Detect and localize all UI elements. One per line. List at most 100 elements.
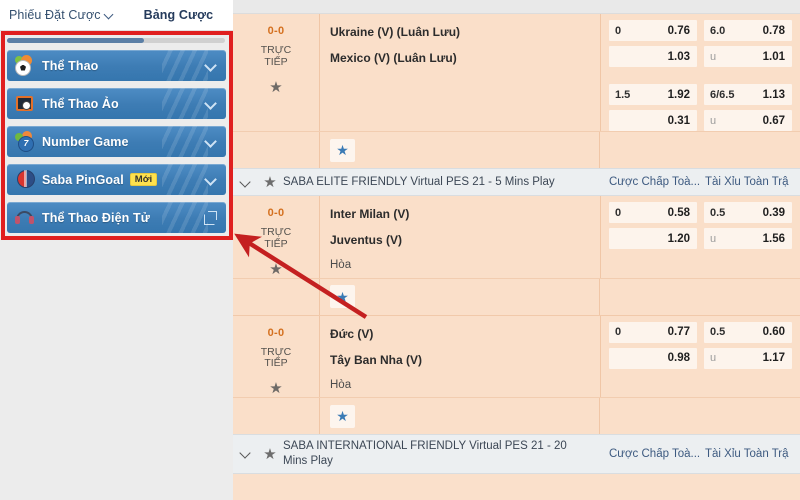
- match-status: 0-0 TRỰC TIẾP ★: [233, 196, 319, 278]
- match-score: 0-0: [267, 207, 285, 219]
- odds-value: 1.92: [667, 88, 690, 101]
- handicap-odds-cell[interactable]: 1.03: [609, 46, 697, 67]
- star-icon[interactable]: ★: [233, 260, 319, 278]
- handicap-value: 0: [615, 206, 622, 219]
- away-team-name: Tây Ban Nha (V): [330, 352, 423, 367]
- match-teams: Inter Milan (V) Juventus (V) Hòa: [319, 196, 600, 278]
- star-icon[interactable]: ★: [233, 379, 319, 397]
- odds-line: 1.03 u 1.01: [601, 46, 800, 67]
- match-live-line2: TIẾP: [264, 357, 288, 370]
- ou-line-value: u: [710, 50, 717, 63]
- match-footer-actions: ★: [319, 132, 599, 168]
- odds-value: 1.56: [762, 232, 785, 245]
- match-teams: Ukraine (V) (Luân Lưu) Mexico (V) (Luân …: [319, 14, 600, 131]
- chevron-down-icon[interactable]: [233, 448, 257, 459]
- odds-column-headers: Cược Chấp Toà... Tài Xỉu Toàn Trậ: [600, 176, 800, 188]
- over-under-odds-cell[interactable]: 6/6.5 1.13: [704, 84, 792, 105]
- external-link-icon[interactable]: [204, 211, 217, 225]
- star-icon[interactable]: ★: [233, 78, 319, 96]
- odds-line: 0 0.76 6.0 0.78: [601, 20, 800, 41]
- star-icon[interactable]: ★: [257, 445, 283, 463]
- handicap-odds-cell[interactable]: 0.98: [609, 347, 697, 369]
- draw-label: Hòa: [330, 378, 352, 391]
- league-name: SABA INTERNATIONAL FRIENDLY Virtual PES …: [283, 440, 567, 467]
- match-footer-actions: ★: [319, 278, 599, 315]
- odds-line: 1.20 u 1.56: [601, 228, 800, 249]
- over-under-odds-cell[interactable]: u 0.67: [704, 110, 792, 131]
- handicap-odds-cell[interactable]: 0 0.77: [609, 321, 697, 343]
- odds-line: 0.98 u 1.17: [601, 347, 800, 369]
- over-under-odds-cell[interactable]: 0.5 0.39: [704, 202, 792, 223]
- handicap-odds-cell[interactable]: 0 0.58: [609, 202, 697, 223]
- blue-star-icon[interactable]: ★: [330, 138, 355, 162]
- sidebar-item-action[interactable]: [204, 97, 217, 110]
- handicap-odds-cell[interactable]: 1.5 1.92: [609, 84, 697, 105]
- away-team-name: Juventus (V): [330, 233, 403, 247]
- chevron-down-icon[interactable]: [204, 173, 217, 186]
- odds-line: 0 0.77 0.5 0.60: [601, 321, 800, 343]
- match-footer-odds-spacer: [599, 132, 800, 168]
- sidebar-item-virtual-sports[interactable]: Thể Thao Ảo: [7, 88, 226, 119]
- odds-line: 0.31 u 0.67: [601, 110, 800, 131]
- home-team-name: Ukraine (V) (Luân Lưu): [330, 25, 461, 39]
- blue-star-icon[interactable]: ★: [330, 285, 355, 308]
- handicap-column-header: Cược Chấp Toà...: [609, 447, 700, 460]
- match-live-line2: TIẾP: [264, 237, 288, 250]
- chevron-down-icon[interactable]: [204, 59, 217, 72]
- sidebar-scroll-indicator[interactable]: [7, 38, 225, 43]
- match-score: 0-0: [267, 326, 285, 339]
- sidebar-menu-panel: Thể Thao Thể Thao Ảo Number Game: [0, 31, 233, 500]
- handicap-value: 1.5: [615, 88, 631, 101]
- over-under-odds-cell[interactable]: 0.5 0.60: [704, 321, 792, 343]
- league-header-saba-international-friendly[interactable]: ★ SABA INTERNATIONAL FRIENDLY Virtual PE…: [233, 434, 800, 474]
- match-footer-odds-spacer: [599, 398, 800, 434]
- star-icon[interactable]: ★: [257, 173, 283, 191]
- tab-bet-board[interactable]: Bảng Cược: [144, 8, 214, 22]
- blue-star-icon[interactable]: ★: [330, 404, 355, 428]
- match-odds: 0 0.77 0.5 0.60 0.98 u 1.17: [600, 315, 800, 397]
- match-footer: ★: [233, 277, 800, 315]
- over-under-odds-cell[interactable]: u 1.01: [704, 46, 792, 67]
- ou-line-value: u: [710, 352, 717, 364]
- sidebar-item-action[interactable]: [204, 135, 217, 148]
- sidebar-item-label: Number Game: [42, 134, 129, 149]
- chevron-down-icon[interactable]: [105, 10, 114, 19]
- sidebar-item-action[interactable]: [204, 211, 217, 225]
- new-badge: Mới: [129, 172, 158, 187]
- betting-app-window: Phiếu Đặt Cược Bảng Cược Thể Thao Thể Th…: [0, 0, 800, 500]
- sidebar-item-action[interactable]: [204, 59, 217, 72]
- sidebar-item-sports[interactable]: Thể Thao: [7, 50, 226, 81]
- odds-value: 0.31: [667, 114, 690, 127]
- ou-line-value: u: [710, 114, 717, 127]
- sidebar-item-number-game[interactable]: Number Game: [7, 126, 226, 157]
- ou-line-value: 6/6.5: [710, 88, 735, 101]
- home-team-name: Inter Milan (V): [330, 207, 410, 221]
- cut-off-header-strip: [233, 0, 800, 14]
- sidebar-item-label: Saba PinGoal: [42, 172, 124, 187]
- chevron-down-icon[interactable]: [204, 97, 217, 110]
- over-under-odds-cell[interactable]: u 1.56: [704, 228, 792, 249]
- tab-bet-board-label: Bảng Cược: [143, 8, 214, 22]
- over-under-odds-cell[interactable]: 6.0 0.78: [704, 20, 792, 41]
- match-live-label: TRỰC TIẾP: [233, 226, 319, 251]
- number-balls-icon: [14, 131, 35, 152]
- left-sidebar: Phiếu Đặt Cược Bảng Cược Thể Thao Thể Th…: [0, 0, 233, 500]
- match-status: 0-0 TRỰC TIẾP ★: [233, 14, 319, 131]
- odds-line: 1.5 1.92 6/6.5 1.13: [601, 84, 800, 105]
- handicap-odds-cell[interactable]: 1.20: [609, 228, 697, 249]
- chevron-down-icon[interactable]: [233, 177, 257, 188]
- over-under-odds-cell[interactable]: u 1.17: [704, 347, 792, 369]
- sidebar-item-action[interactable]: [204, 173, 217, 186]
- league-header-saba-elite-friendly[interactable]: ★ SABA ELITE FRIENDLY Virtual PES 21 - 5…: [233, 168, 800, 196]
- handicap-odds-cell[interactable]: 0.31: [609, 110, 697, 131]
- handicap-odds-cell[interactable]: 0 0.76: [609, 20, 697, 41]
- odds-value: 1.01: [762, 50, 785, 63]
- sidebar-item-saba-pingoal[interactable]: Saba PinGoal Mới: [7, 164, 226, 195]
- odds-value: 0.39: [762, 206, 785, 219]
- tab-bet-slip[interactable]: Phiếu Đặt Cược: [9, 8, 114, 22]
- home-team-name: Đức (V): [330, 326, 374, 341]
- sidebar-item-esports[interactable]: Thể Thao Điện Tử: [7, 202, 226, 233]
- chevron-down-icon[interactable]: [204, 135, 217, 148]
- handicap-column-header: Cược Chấp Toà...: [609, 176, 700, 188]
- odds-column-headers: Cược Chấp Toà... Tài Xỉu Toàn Trậ: [600, 448, 800, 460]
